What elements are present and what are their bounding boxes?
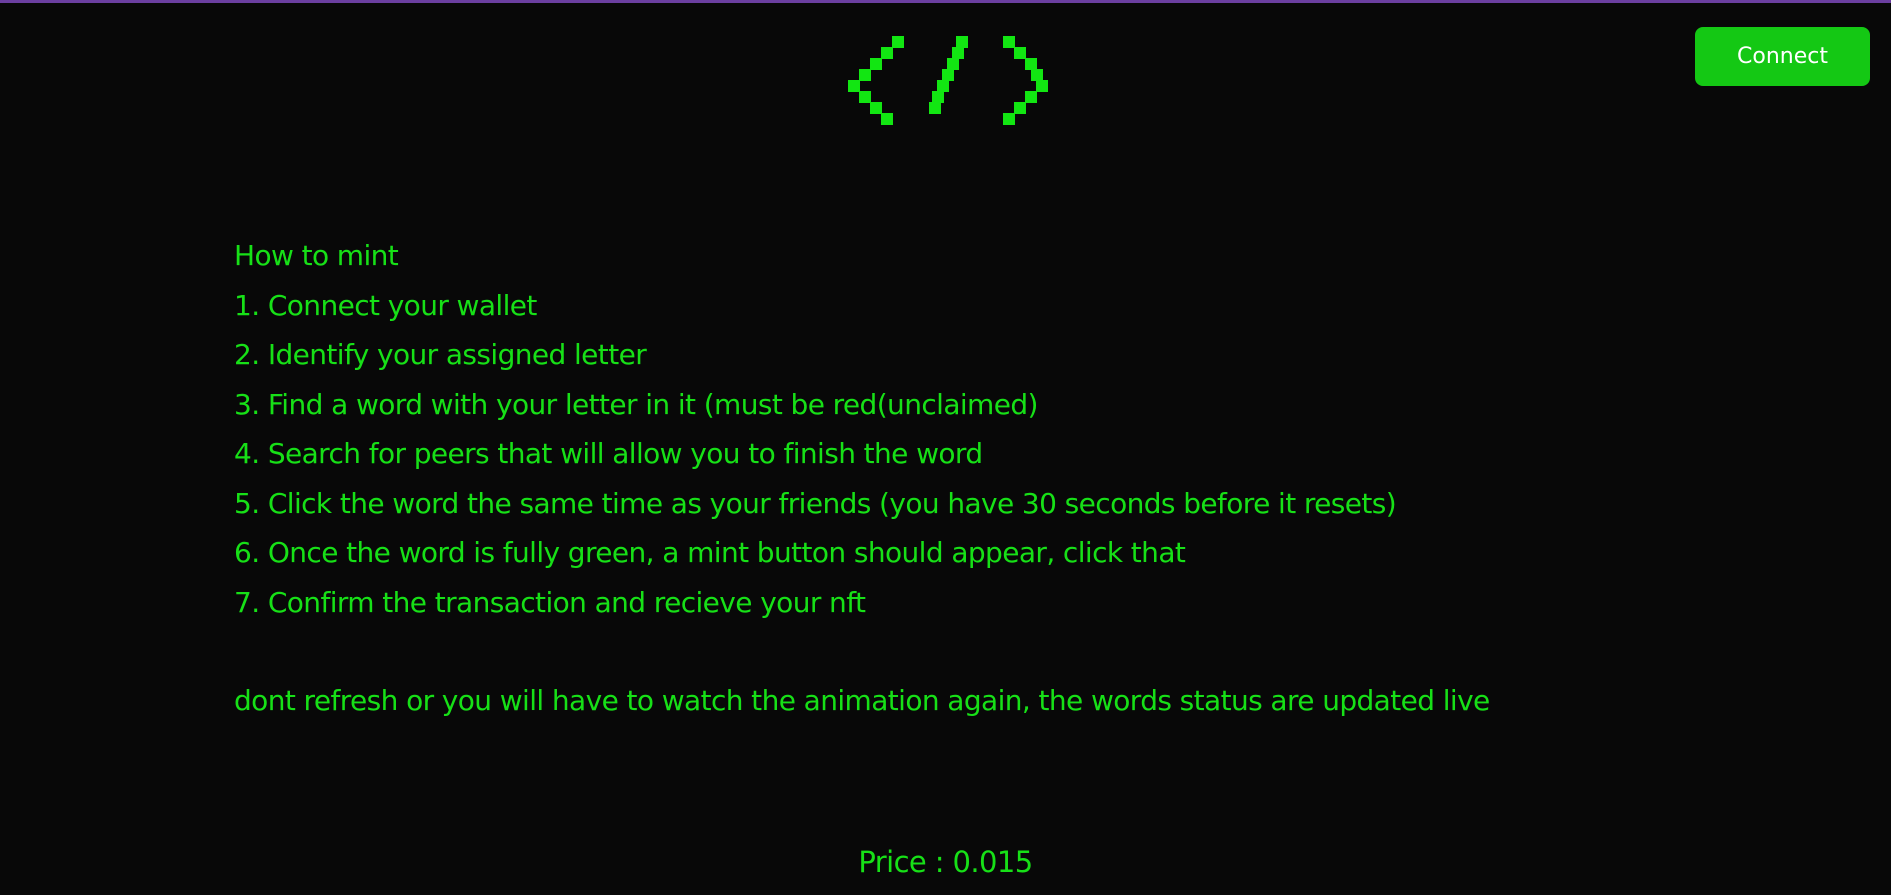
- instructions-title: How to mint: [234, 239, 399, 272]
- code-brackets-icon: [848, 36, 1048, 125]
- refresh-note: dont refresh or you will have to watch t…: [234, 684, 1490, 717]
- top-border: [0, 0, 1891, 3]
- instruction-step: 1. Connect your wallet: [234, 288, 537, 322]
- connect-button[interactable]: Connect: [1695, 27, 1870, 86]
- instruction-step: 7. Confirm the transaction and recieve y…: [234, 585, 866, 619]
- mint-instructions: How to mint 1. Connect your wallet 2. Id…: [234, 231, 1397, 627]
- price-label: Price : 0.015: [858, 845, 1033, 879]
- instruction-step: 3. Find a word with your letter in it (m…: [234, 387, 1038, 421]
- instruction-step: 4. Search for peers that will allow you …: [234, 437, 983, 470]
- instruction-step: 2. Identify your assigned letter: [234, 338, 647, 371]
- instruction-step: 6. Once the word is fully green, a mint …: [234, 536, 1186, 569]
- instruction-step: 5. Click the word the same time as your …: [234, 486, 1397, 520]
